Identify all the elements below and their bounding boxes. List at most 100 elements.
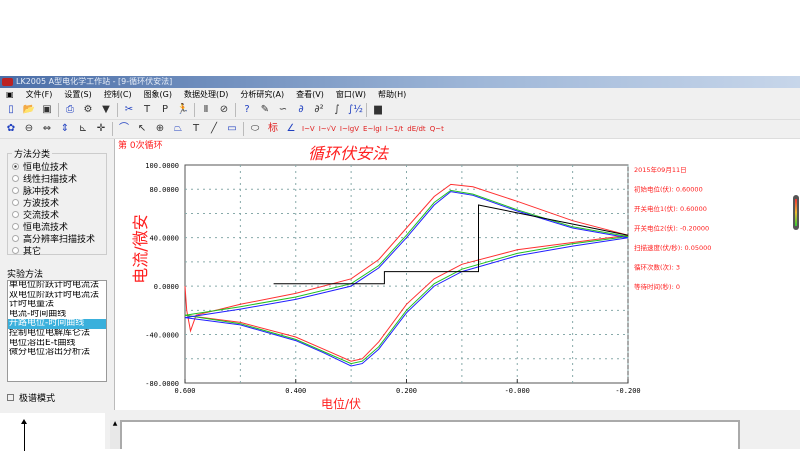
method-radio-7[interactable]: 其它 (12, 244, 102, 257)
scrollbar[interactable]: ▲ (110, 420, 120, 449)
radio-icon[interactable] (12, 222, 19, 230)
pen-icon[interactable]: ✎ (258, 103, 272, 117)
runner-icon[interactable]: 🏃 (176, 103, 190, 117)
line-icon[interactable]: ╱ (207, 122, 221, 136)
label-icon[interactable]: 标 (266, 122, 280, 136)
app-logo-icon (2, 78, 13, 86)
toolbar-separator (58, 103, 59, 117)
stretch-h-icon[interactable]: ⇔ (40, 122, 54, 136)
method-radio-4[interactable]: 交流技术 (12, 208, 102, 221)
menu-control[interactable]: 控制(C) (98, 89, 138, 100)
stop-disabled-icon[interactable]: T (140, 103, 154, 117)
y-tick-label: 40.0000 (149, 235, 179, 243)
trapezoid-icon[interactable]: ⏢ (171, 122, 185, 136)
half-integral-icon[interactable]: ∫½ (348, 103, 363, 117)
menu-system-icon[interactable]: ▣ (0, 90, 20, 99)
smooth-icon[interactable]: ∽ (276, 103, 290, 117)
menu-graph[interactable]: 图象(G) (138, 89, 178, 100)
experiment-list-item[interactable]: 计时电量法 (8, 300, 106, 310)
run-icon[interactable]: ⚙ (81, 103, 95, 117)
cv-chart[interactable]: 100.000080.000040.00000.0000-40.0000-80.… (116, 139, 800, 411)
y-tick-label: 0.0000 (154, 283, 179, 291)
text-icon[interactable]: T (189, 122, 203, 136)
derivative-icon[interactable]: ∂ (294, 103, 308, 117)
derivative2-icon[interactable]: ∂² (312, 103, 326, 117)
toolbar-separator (243, 122, 244, 136)
param-info: 开关电位1(伏): 0.60000 (634, 204, 707, 213)
method-radio-5[interactable]: 恒电流技术 (12, 220, 102, 233)
q-t-icon[interactable]: Q~t (430, 122, 444, 136)
x-tick-label: -0.000 (505, 387, 530, 395)
radio-icon[interactable] (12, 198, 19, 206)
experiment-list-item[interactable]: 电位溶出E-t曲线 (8, 339, 106, 349)
radio-icon[interactable] (12, 234, 19, 242)
bottom-panel: ▲ (0, 410, 800, 451)
param-info: 扫描速度(伏/秒): 0.05000 (634, 243, 711, 252)
tool-icon[interactable]: ✂ (122, 103, 136, 117)
menu-data-processing[interactable]: 数据处理(D) (178, 89, 234, 100)
experiment-list-item[interactable]: 控制电位电解库仑法 (8, 329, 106, 339)
radio-icon[interactable] (12, 174, 19, 182)
y-axis-label: 电流/微安 (131, 214, 150, 283)
bottom-left-pane (0, 413, 105, 451)
pointer-icon[interactable]: ↖ (135, 122, 149, 136)
i-1overt-icon[interactable]: I~1/t (386, 122, 404, 136)
crosshair-icon[interactable]: ✛ (94, 122, 108, 136)
radio-icon[interactable] (12, 210, 19, 218)
method-radio-3[interactable]: 方波技术 (12, 196, 102, 209)
monitor-icon[interactable]: ▆ (371, 103, 385, 117)
menu-view[interactable]: 查看(V) (290, 89, 330, 100)
open-folder-icon[interactable]: 📂 (22, 103, 36, 117)
stop-icon[interactable]: ⊘ (217, 103, 231, 117)
menu-window[interactable]: 窗口(W) (330, 89, 372, 100)
experiment-list-item[interactable]: 双电位阶跃计时电流法 (8, 291, 106, 301)
menu-file[interactable]: 文件(F) (20, 89, 59, 100)
y-tick-label: 100.0000 (145, 162, 179, 170)
i-v-icon[interactable]: I~V (302, 122, 315, 136)
i-sqrt-v-icon[interactable]: I~√V (319, 122, 336, 136)
experiment-list-item[interactable]: 单电位阶跃计时电流法 (8, 281, 106, 291)
method-radio-1[interactable]: 线性扫描技术 (12, 172, 102, 185)
radio-icon[interactable] (12, 246, 19, 254)
toolbar-separator (194, 103, 195, 117)
ellipse-icon[interactable]: ⬭ (248, 122, 262, 136)
i-logv-icon[interactable]: I~lgV (340, 122, 359, 136)
axis-transform-icon[interactable]: ∠ (284, 122, 298, 136)
experiment-method-list[interactable]: 单电位阶跃计时电流法 双电位阶跃计时电流法 计时电量法 电流-时间曲线 开路电位-时间曲… (7, 280, 107, 382)
axis-icon[interactable]: ⊾ (76, 122, 90, 136)
save-icon[interactable]: ▣ (40, 103, 54, 117)
pause-icon[interactable]: Ⅱ (199, 103, 213, 117)
zoom-out-icon[interactable]: ⊖ (22, 122, 36, 136)
left-panel: 方法分类 恒电位技术 线性扫描技术 脉冲技术 方波技术 交流技术 恒电流技术 高分辨率扫描技… (0, 139, 115, 411)
stretch-v-icon[interactable]: ⇕ (58, 122, 72, 136)
new-file-icon[interactable]: ▯ (4, 103, 18, 117)
method-radio-0[interactable]: 恒电位技术 (12, 160, 102, 173)
checkbox-icon[interactable] (7, 394, 14, 401)
color-icon[interactable]: ✿ (4, 122, 18, 136)
zoom-in-icon[interactable]: ⊕ (153, 122, 167, 136)
dt-icon[interactable]: dE/dt (407, 122, 425, 136)
experiment-method-label: 实验方法 (7, 270, 44, 280)
experiment-list-item[interactable]: 电流-时间曲线 (8, 310, 106, 320)
chart-window: 100.0000 80.0000 40.0000 0.0000 -40.0000 -80.… (116, 139, 800, 411)
experiment-list-item[interactable]: 微分电位溶出分析法 (8, 348, 106, 358)
help-icon[interactable]: ? (240, 103, 254, 117)
rectangle-icon[interactable]: ▭ (225, 122, 239, 136)
menu-settings[interactable]: 设置(S) (58, 89, 97, 100)
integral-icon[interactable]: ∫ (330, 103, 344, 117)
method-radio-6[interactable]: 高分辨率扫描技术 (12, 232, 102, 245)
method-radio-2[interactable]: 脉冲技术 (12, 184, 102, 197)
print-icon[interactable]: ⎙ (63, 103, 77, 117)
experiment-list-item[interactable]: 开路电位-时间曲线 (8, 319, 106, 329)
radio-icon[interactable] (12, 186, 19, 194)
cell-icon[interactable]: ▼ (99, 103, 113, 117)
peak-icon[interactable]: ⌒ (117, 122, 131, 136)
e-logi-icon[interactable]: E~lgI (363, 122, 382, 136)
menu-help[interactable]: 帮助(H) (372, 89, 412, 100)
title-bar: LK2005 A型电化学工作站 - [9-循环伏安法] (0, 76, 800, 88)
radio-icon[interactable] (12, 162, 19, 170)
param-info: 开关电位2(伏): -0.20000 (634, 224, 709, 233)
pause-p-icon[interactable]: P (158, 103, 172, 117)
menu-analysis[interactable]: 分析研究(A) (234, 89, 290, 100)
polar-mode-checkbox[interactable]: 极谱模式 (7, 391, 55, 404)
